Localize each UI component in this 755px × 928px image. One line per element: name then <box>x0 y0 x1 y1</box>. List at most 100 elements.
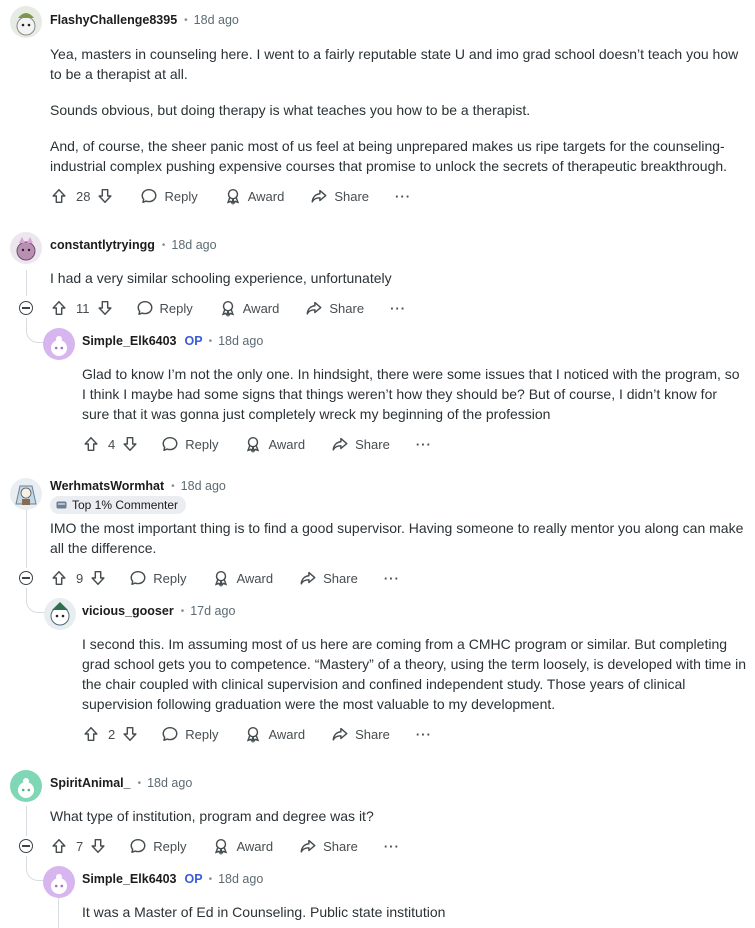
thread-line <box>26 270 27 296</box>
timestamp[interactable]: 18d ago <box>147 776 192 790</box>
avatar[interactable] <box>43 866 75 898</box>
share-icon <box>331 725 349 743</box>
downvote-icon[interactable] <box>96 187 114 205</box>
author-name[interactable]: SpiritAnimal_ <box>50 776 131 790</box>
comment-paragraph: Glad to know I’m not the only one. In hi… <box>82 366 740 422</box>
reply-button[interactable]: Reply <box>140 187 198 205</box>
separator-dot: • <box>180 605 185 617</box>
more-options-button[interactable]: ··· <box>416 727 432 742</box>
upvote-icon[interactable] <box>50 187 68 205</box>
downvote-icon[interactable] <box>89 569 107 587</box>
author-name[interactable]: vicious_gooser <box>82 604 174 618</box>
comment-body: Yea, masters in counseling here. I went … <box>50 44 745 176</box>
comment-body: What type of institution, program and de… <box>50 806 745 826</box>
separator-dot: • <box>184 14 188 26</box>
share-button[interactable]: Share <box>299 569 358 587</box>
comment-body: It was a Master of Ed in Counseling. Pub… <box>82 902 747 922</box>
upvote-icon[interactable] <box>50 569 68 587</box>
author-name[interactable]: Simple_Elk6403 <box>82 872 177 886</box>
share-icon <box>331 435 349 453</box>
timestamp[interactable]: 18d ago <box>181 479 226 493</box>
author-name[interactable]: constantlytryingg <box>50 238 155 252</box>
author-name[interactable]: Simple_Elk6403 <box>82 334 177 348</box>
share-button[interactable]: Share <box>299 837 358 855</box>
comment-body: Glad to know I’m not the only one. In hi… <box>82 364 747 424</box>
share-button[interactable]: Share <box>310 187 369 205</box>
award-button[interactable]: Award <box>219 299 279 317</box>
award-button[interactable]: Award <box>224 187 284 205</box>
timestamp[interactable]: 18d ago <box>171 238 216 252</box>
avatar[interactable] <box>43 328 75 360</box>
reply-button[interactable]: Reply <box>129 569 186 587</box>
reply-icon <box>161 435 179 453</box>
downvote-icon[interactable] <box>121 435 139 453</box>
vote-control: 9 <box>50 569 107 587</box>
reply-icon <box>161 725 179 743</box>
upvote-icon[interactable] <box>50 837 68 855</box>
separator-dot: • <box>137 777 142 789</box>
avatar[interactable] <box>10 232 42 264</box>
reply-icon <box>129 569 147 587</box>
more-options-button[interactable]: ··· <box>395 189 411 204</box>
comment-body: I second this. Im assuming most of us he… <box>82 634 747 714</box>
share-icon <box>299 837 317 855</box>
award-button[interactable]: Award <box>244 725 305 743</box>
reply-button[interactable]: Reply <box>161 435 218 453</box>
vote-control: 28 <box>50 187 114 205</box>
collapse-thread-button[interactable] <box>19 571 33 585</box>
avatar[interactable] <box>44 598 76 630</box>
avatar[interactable] <box>10 478 42 510</box>
timestamp[interactable]: 18d ago <box>218 872 263 886</box>
avatar[interactable] <box>10 770 42 802</box>
more-options-button[interactable]: ··· <box>416 437 432 452</box>
collapse-thread-button[interactable] <box>19 839 33 853</box>
award-button[interactable]: Award <box>244 435 305 453</box>
user-flair: Top 1% Commenter <box>50 496 187 514</box>
op-badge: OP <box>184 872 203 886</box>
author-name[interactable]: WerhmatsWormhat <box>50 479 164 493</box>
comment-body: I had a very similar schooling experienc… <box>50 268 745 288</box>
thread-branch <box>26 318 45 343</box>
separator-dot: • <box>171 480 175 492</box>
upvote-icon[interactable] <box>82 435 100 453</box>
downvote-icon[interactable] <box>96 299 114 317</box>
vote-count: 2 <box>108 726 116 742</box>
reply-button[interactable]: Reply <box>161 725 218 743</box>
share-icon <box>310 187 328 205</box>
more-options-button[interactable]: ··· <box>384 839 400 854</box>
award-button[interactable]: Award <box>212 837 273 855</box>
reply-button[interactable]: Reply <box>129 837 186 855</box>
comment-paragraph: It was a Master of Ed in Counseling. Pub… <box>82 904 446 920</box>
vote-control: 2 <box>82 725 139 743</box>
share-button[interactable]: Share <box>331 435 390 453</box>
reply-icon <box>129 837 147 855</box>
vote-count: 11 <box>76 300 90 316</box>
avatar[interactable] <box>10 6 42 38</box>
award-button[interactable]: Award <box>212 569 273 587</box>
thread-line <box>26 806 27 836</box>
timestamp[interactable]: 18d ago <box>218 334 263 348</box>
upvote-icon[interactable] <box>50 299 68 317</box>
downvote-icon[interactable] <box>89 837 107 855</box>
share-icon <box>299 569 317 587</box>
top-commenter-icon <box>56 501 67 509</box>
separator-dot: • <box>208 335 213 347</box>
share-button[interactable]: Share <box>331 725 390 743</box>
collapse-thread-button[interactable] <box>19 301 33 315</box>
comment-paragraph: Sounds obvious, but doing therapy is wha… <box>50 102 531 118</box>
reply-button[interactable]: Reply <box>136 299 193 317</box>
upvote-icon[interactable] <box>82 725 100 743</box>
more-options-button[interactable]: ··· <box>390 301 406 316</box>
timestamp[interactable]: 17d ago <box>190 604 235 618</box>
op-badge: OP <box>184 334 203 348</box>
comment-paragraph: Yea, masters in counseling here. I went … <box>50 46 739 82</box>
timestamp[interactable]: 18d ago <box>194 13 239 27</box>
downvote-icon[interactable] <box>121 725 139 743</box>
share-button[interactable]: Share <box>305 299 364 317</box>
author-name[interactable]: FlashyChallenge8395 <box>50 13 177 27</box>
more-options-button[interactable]: ··· <box>384 571 400 586</box>
vote-count: 9 <box>76 570 84 586</box>
share-icon <box>305 299 323 317</box>
award-icon <box>244 435 262 453</box>
comment-paragraph: IMO the most important thing is to find … <box>50 520 744 556</box>
